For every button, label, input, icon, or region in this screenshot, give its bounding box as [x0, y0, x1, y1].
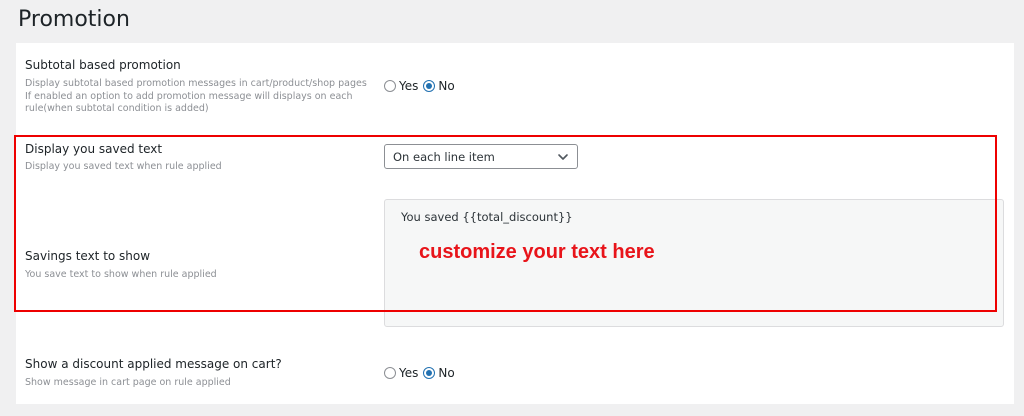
saved-text-desc: Display you saved text when rule applied	[25, 161, 222, 172]
subtotal-promotion-desc-line-3: rule(when subtotal condition is added)	[25, 103, 209, 114]
page-title: Promotion	[18, 7, 130, 32]
subtotal-promotion-no-label[interactable]: No	[438, 79, 454, 93]
savings-text-desc: You save text to show when rule applied	[25, 269, 217, 280]
promotion-settings-panel: Subtotal based promotion Display subtota…	[14, 43, 1014, 404]
chevron-down-icon	[558, 153, 568, 160]
discount-message-no-label[interactable]: No	[438, 366, 454, 380]
discount-message-no-radio[interactable]	[423, 367, 436, 379]
subtotal-promotion-no-radio[interactable]	[423, 80, 436, 92]
annotation-text: customize your text here	[419, 241, 655, 263]
discount-message-yes-label[interactable]: Yes	[399, 366, 418, 380]
discount-message-label: Show a discount applied message on cart?	[25, 357, 282, 371]
saved-text-select[interactable]: On each line item	[384, 144, 578, 169]
subtotal-promotion-yes-radio[interactable]	[384, 80, 396, 92]
subtotal-promotion-yes-label[interactable]: Yes	[399, 79, 418, 93]
saved-text-label: Display you saved text	[25, 142, 163, 156]
subtotal-promotion-radio-group: Yes No	[384, 79, 460, 93]
discount-message-yes-radio[interactable]	[384, 367, 396, 379]
savings-text-label: Savings text to show	[25, 249, 151, 263]
subtotal-promotion-label: Subtotal based promotion	[25, 58, 181, 72]
discount-message-radio-group: Yes No	[384, 366, 460, 380]
saved-text-select-value: On each line item	[393, 149, 495, 164]
subtotal-promotion-desc-line-2: If enabled an option to add promotion me…	[25, 90, 353, 102]
subtotal-promotion-desc-line-1: Display subtotal based promotion message…	[25, 78, 367, 89]
discount-message-desc: Show message in cart page on rule applie…	[25, 377, 231, 388]
